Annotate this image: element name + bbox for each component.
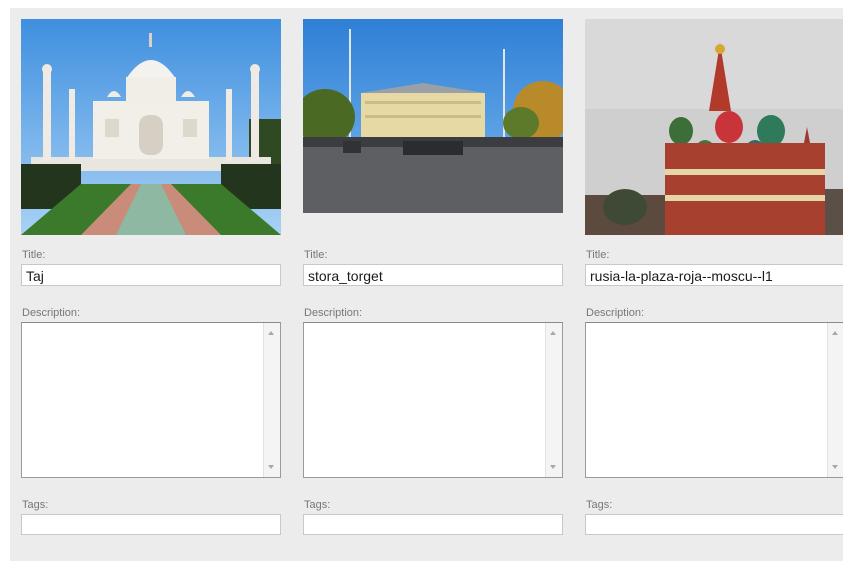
tags-label: Tags: [586,499,613,511]
description-label: Description: [304,307,363,319]
description-label: Description: [586,307,645,319]
description-scrollbar[interactable] [263,323,280,477]
description-label: Description: [22,307,81,319]
town-square-photo[interactable] [303,19,563,213]
description-textarea[interactable] [22,323,263,477]
description-field[interactable] [303,322,563,478]
taj-mahal-photo[interactable] [21,19,281,235]
title-label: Title: [304,249,328,261]
tags-label: Tags: [304,499,331,511]
description-textarea[interactable] [586,323,827,477]
tags-label: Tags: [22,499,49,511]
scroll-up-icon[interactable] [550,331,556,335]
description-field[interactable] [21,322,281,478]
scroll-down-icon[interactable] [832,465,838,469]
description-field[interactable] [585,322,843,478]
scroll-down-icon[interactable] [550,465,556,469]
title-label: Title: [586,249,610,261]
title-input[interactable] [21,264,281,286]
title-input[interactable] [303,264,563,286]
tags-input[interactable] [585,514,843,535]
tags-input[interactable] [303,514,563,535]
scroll-up-icon[interactable] [268,331,274,335]
scroll-up-icon[interactable] [832,331,838,335]
photo-upload-panel: Title: Description: Tags: [10,8,843,561]
st-basils-cathedral-photo[interactable] [585,19,843,235]
tags-input[interactable] [21,514,281,535]
title-label: Title: [22,249,46,261]
scroll-down-icon[interactable] [268,465,274,469]
title-input[interactable] [585,264,843,286]
description-scrollbar[interactable] [545,323,562,477]
description-scrollbar[interactable] [827,323,843,477]
description-textarea[interactable] [304,323,545,477]
